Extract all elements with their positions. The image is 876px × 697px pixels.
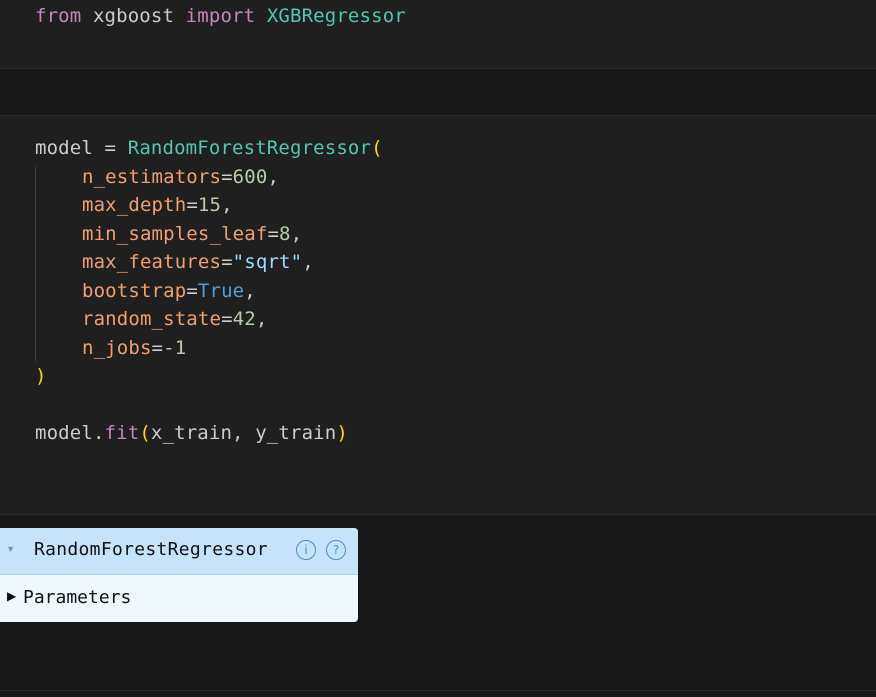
estimator-name: RandomForestRegressor — [34, 539, 268, 560]
param-comma: , — [302, 251, 314, 273]
param-value: 42 — [232, 308, 256, 330]
assign-op: = — [92, 137, 128, 159]
param-value: -1 — [163, 337, 187, 359]
param-line: max_depth=15, — [82, 191, 233, 220]
var-model: model — [35, 137, 93, 159]
info-icon[interactable]: i — [296, 540, 316, 560]
param-eq: = — [267, 223, 280, 245]
param-value: "sqrt" — [232, 251, 303, 273]
estimator-widget: ▾ RandomForestRegressor i ? ▶ Parameters — [0, 528, 358, 622]
cell-separator — [0, 690, 876, 691]
parameters-toggle[interactable]: ▶ Parameters — [0, 575, 358, 622]
param-eq: = — [186, 280, 198, 302]
help-icon[interactable]: ? — [326, 540, 346, 560]
param-value: True — [197, 280, 245, 302]
close-paren: ) — [35, 365, 47, 387]
code-line-model-assign: model = RandomForestRegressor( — [35, 134, 383, 163]
param-line: max_features="sqrt", — [82, 248, 314, 277]
param-eq: = — [221, 308, 233, 330]
imported-class: XGBRegressor — [266, 5, 406, 27]
param-line: bootstrap=True, — [82, 277, 256, 306]
keyword-from: from — [35, 5, 82, 27]
code-line-close: ) — [35, 362, 47, 391]
param-line: min_samples_leaf=8, — [82, 220, 302, 249]
param-name: bootstrap — [82, 280, 187, 302]
cell-gap — [0, 69, 876, 115]
estimator-header[interactable]: ▾ RandomForestRegressor i ? — [0, 528, 358, 575]
fit-open-paren: ( — [139, 422, 151, 444]
class-name: RandomForestRegressor — [127, 137, 372, 159]
open-paren: ( — [371, 137, 383, 159]
keyword-import: import — [185, 5, 256, 27]
param-line: n_estimators=600, — [82, 163, 279, 192]
param-value: 15 — [197, 194, 222, 216]
code-line-fit: model.fit(x_train, y_train) — [35, 419, 348, 448]
notebook: from xgboost import XGBRegressor model =… — [0, 0, 876, 697]
code-line-import: from xgboost import XGBRegressor — [35, 2, 406, 31]
fit-dot: . — [92, 422, 105, 444]
collapse-caret-icon[interactable]: ▾ — [8, 544, 13, 555]
fit-method: fit — [104, 422, 140, 444]
param-comma: , — [267, 166, 280, 188]
param-value: 8 — [279, 223, 291, 245]
param-comma: , — [290, 223, 303, 245]
param-name: min_samples_leaf — [82, 223, 268, 245]
param-line: random_state=42, — [82, 305, 267, 334]
param-comma: , — [244, 280, 256, 302]
param-eq: = — [151, 337, 164, 359]
param-name: n_estimators — [82, 166, 222, 188]
param-name: random_state — [82, 308, 222, 330]
fit-close-paren: ) — [336, 422, 348, 444]
parameters-label[interactable]: Parameters — [23, 587, 131, 608]
param-eq: = — [186, 194, 198, 216]
code-cell-import[interactable]: from xgboost import XGBRegressor — [0, 0, 876, 68]
expand-arrow-icon[interactable]: ▶ — [7, 589, 16, 603]
module-name: xgboost — [92, 5, 175, 27]
param-comma: , — [255, 308, 268, 330]
fit-object: model — [35, 422, 93, 444]
param-line: n_jobs=-1 — [82, 334, 186, 363]
param-eq: = — [221, 251, 233, 273]
param-name: max_depth — [82, 194, 187, 216]
param-name: n_jobs — [82, 337, 152, 359]
param-name: max_features — [82, 251, 222, 273]
param-value: 600 — [232, 166, 268, 188]
indent-guide — [35, 167, 36, 361]
param-eq: = — [221, 166, 233, 188]
fit-args: x_train, y_train — [150, 422, 337, 444]
param-comma: , — [221, 194, 233, 216]
